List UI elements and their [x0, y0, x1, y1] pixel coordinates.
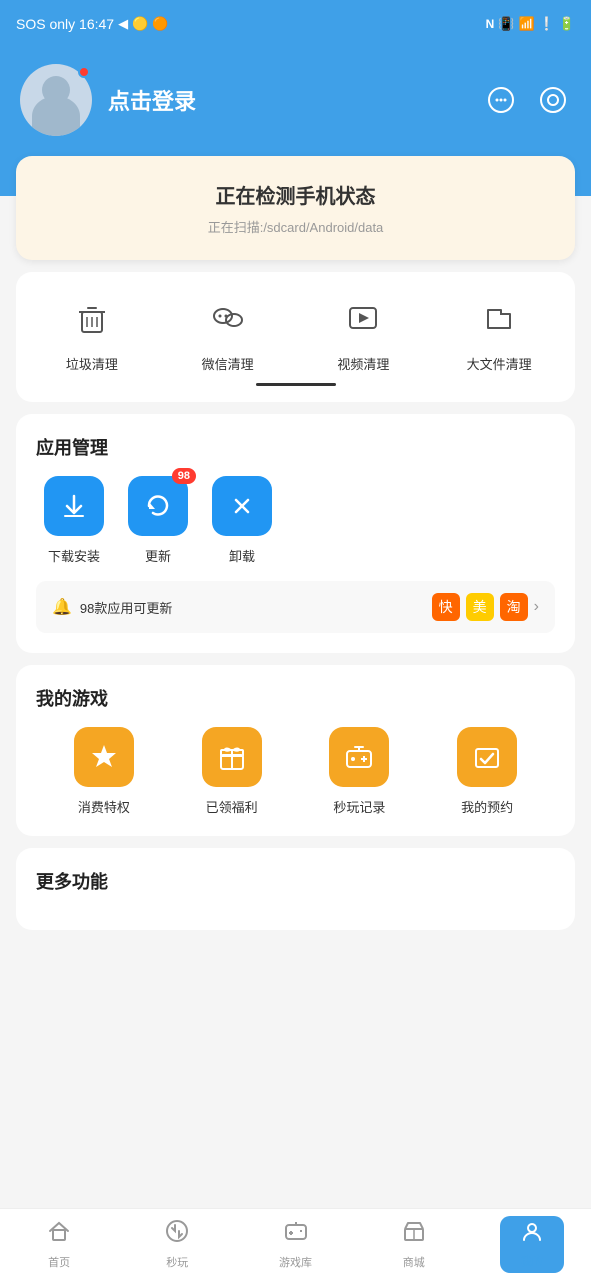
instant-play-label: 秒玩记录	[333, 797, 385, 816]
games-title: 我的游戏	[36, 685, 555, 711]
update-count-text: 98款应用可更新	[80, 598, 172, 617]
update-bar-left: 🔔 98款应用可更新	[52, 597, 172, 617]
home-icon	[47, 1219, 71, 1250]
consume-privilege-label: 消费特权	[78, 797, 130, 816]
nav-mine[interactable]: 我的	[473, 1216, 591, 1273]
status-right: N 📳 📶 ❕ 🔋	[486, 16, 575, 32]
login-button[interactable]: 点击登录	[108, 84, 196, 116]
game-library-label: 游戏库	[279, 1254, 312, 1270]
instant-play-icon	[329, 727, 389, 787]
update-label: 更新	[145, 546, 171, 565]
update-notification-bar[interactable]: 🔔 98款应用可更新 快 美 淘 ›	[36, 581, 555, 633]
received-benefits-icon	[202, 727, 262, 787]
wechat-icon	[202, 292, 254, 344]
app-icon-1: 🟡	[132, 16, 148, 32]
wechat-clean-tool[interactable]: 微信清理	[160, 292, 296, 373]
avatar-container[interactable]	[20, 64, 92, 136]
message-icon[interactable]	[483, 82, 519, 118]
uninstall-icon	[212, 476, 272, 536]
video-icon	[337, 292, 389, 344]
home-label: 首页	[48, 1254, 70, 1270]
games-section: 我的游戏 消费特权 已领福利	[16, 665, 575, 836]
chevron-right-icon: ›	[534, 598, 539, 616]
status-bar: SOS only 16:47 ◀ 🟡 🟠 N 📳 📶 ❕ 🔋	[0, 0, 591, 48]
trash-clean-tool[interactable]: 垃圾清理	[24, 292, 160, 373]
wifi-icon: 📶	[518, 16, 534, 32]
battery-alert-icon: ❕	[539, 16, 555, 32]
update-icon: 98	[128, 476, 188, 536]
clean-tools: 垃圾清理 微信清理 视频清理	[16, 292, 575, 373]
update-item[interactable]: 98 更新	[128, 476, 188, 565]
bottom-nav: 首页 秒玩 游戏库	[0, 1208, 591, 1280]
video-clean-label: 视频清理	[337, 354, 389, 373]
trash-clean-label: 垃圾清理	[66, 354, 118, 373]
vibrate-icon: 📳	[498, 16, 514, 32]
avatar-head	[42, 76, 70, 104]
received-benefits-label: 已领福利	[206, 797, 258, 816]
nfc-icon: N	[486, 17, 495, 31]
instant-play-item[interactable]: 秒玩记录	[329, 727, 389, 816]
download-label: 下载安装	[48, 546, 100, 565]
app-icon-2: 🟠	[152, 16, 168, 32]
instant-play-nav-icon	[165, 1219, 189, 1250]
nav-instant-play[interactable]: 秒玩	[118, 1219, 236, 1270]
bigfile-icon	[473, 292, 525, 344]
update-badge: 98	[172, 468, 196, 484]
received-benefits-item[interactable]: 已领福利	[202, 727, 262, 816]
store-icon	[402, 1219, 426, 1250]
app-icon-taobao: 淘	[500, 593, 528, 621]
navigation-icon: ◀	[118, 16, 128, 32]
update-bar-apps: 快 美 淘 ›	[432, 593, 539, 621]
bigfile-clean-tool[interactable]: 大文件清理	[431, 292, 567, 373]
trash-icon	[66, 292, 118, 344]
app-mgmt-title: 应用管理	[36, 434, 555, 460]
settings-icon[interactable]	[535, 82, 571, 118]
instant-play-nav-label: 秒玩	[166, 1254, 188, 1270]
scan-card: 正在检测手机状态 正在扫描:/sdcard/Android/data	[16, 156, 575, 260]
header-icons	[483, 82, 571, 118]
wechat-clean-label: 微信清理	[202, 354, 254, 373]
app-mgmt-section: 应用管理 下载安装 98 更新	[16, 414, 575, 653]
tool-divider	[16, 373, 575, 390]
consume-privilege-icon	[74, 727, 134, 787]
more-features-title: 更多功能	[36, 868, 555, 894]
scan-subtitle: 正在扫描:/sdcard/Android/data	[36, 217, 555, 236]
app-icon-meituan: 美	[466, 593, 494, 621]
divider-line	[256, 383, 336, 386]
app-mgmt-icons: 下载安装 98 更新 卸载	[36, 476, 555, 565]
profile-section[interactable]: 点击登录	[20, 64, 196, 136]
my-reservations-item[interactable]: 我的预约	[457, 727, 517, 816]
nav-game-library[interactable]: 游戏库	[236, 1219, 354, 1270]
mine-label: 我的	[521, 1253, 543, 1269]
mine-icon	[520, 1220, 544, 1251]
game-library-icon	[284, 1219, 308, 1250]
scan-title: 正在检测手机状态	[36, 180, 555, 209]
app-icon-kuaishou: 快	[432, 593, 460, 621]
store-label: 商城	[403, 1254, 425, 1270]
status-left: SOS only 16:47 ◀ 🟡 🟠	[16, 16, 168, 32]
video-clean-tool[interactable]: 视频清理	[296, 292, 432, 373]
nav-home[interactable]: 首页	[0, 1219, 118, 1270]
bigfile-clean-label: 大文件清理	[467, 354, 532, 373]
consume-privilege-item[interactable]: 消费特权	[74, 727, 134, 816]
uninstall-label: 卸载	[229, 546, 255, 565]
download-install-item[interactable]: 下载安装	[44, 476, 104, 565]
bell-icon: 🔔	[52, 597, 72, 617]
status-time: SOS only 16:47	[16, 16, 114, 32]
notification-dot	[78, 66, 90, 78]
my-reservations-label: 我的预约	[461, 797, 513, 816]
uninstall-item[interactable]: 卸载	[212, 476, 272, 565]
clean-section: 垃圾清理 微信清理 视频清理	[16, 272, 575, 402]
more-features-section: 更多功能	[16, 848, 575, 930]
nav-store[interactable]: 商城	[355, 1219, 473, 1270]
download-icon	[44, 476, 104, 536]
game-icons: 消费特权 已领福利	[36, 727, 555, 816]
battery-icon: 🔋	[559, 16, 575, 32]
my-reservations-icon	[457, 727, 517, 787]
